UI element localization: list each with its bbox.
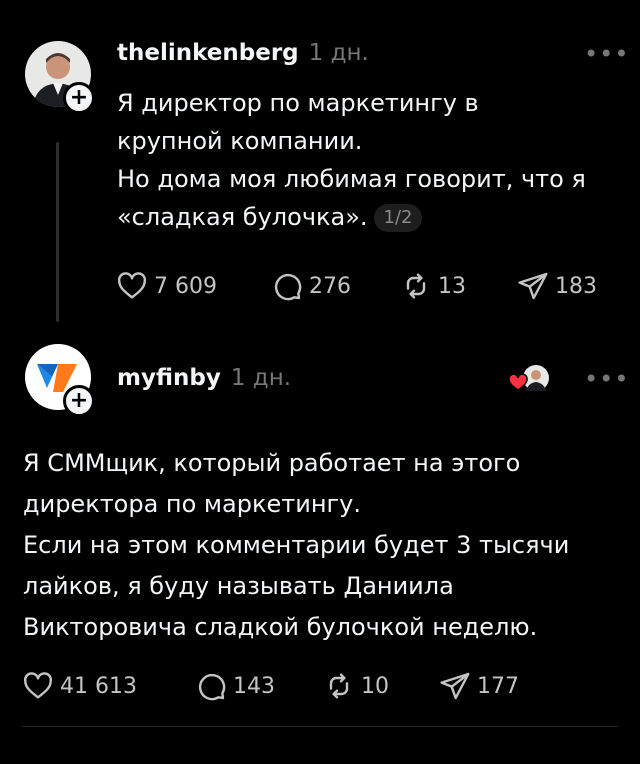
repost-count: 13 bbox=[438, 273, 466, 299]
divider bbox=[22, 726, 618, 727]
heart-filled-icon bbox=[508, 373, 528, 391]
post-line: крупной компании. bbox=[117, 127, 363, 155]
repost-button[interactable]: 10 bbox=[323, 670, 389, 702]
username[interactable]: thelinkenberg bbox=[117, 40, 299, 66]
page-badge: 1/2 bbox=[373, 204, 423, 232]
liked-by-author[interactable] bbox=[506, 364, 550, 396]
post-line: «сладкая булочка». 1/2 bbox=[117, 198, 617, 236]
comment-bubble-icon bbox=[271, 270, 303, 302]
reply-line: Викторовича сладкой булочкой неделю. bbox=[23, 613, 538, 641]
post-line: Но дома моя любимая говорит, что я bbox=[117, 165, 586, 193]
repost-button[interactable]: 13 bbox=[400, 270, 466, 302]
like-count: 41 613 bbox=[60, 673, 137, 699]
post-text: Я директор по маркетингу в крупной компа… bbox=[117, 84, 617, 236]
comment-button[interactable]: 276 bbox=[271, 270, 351, 302]
comment-count: 276 bbox=[309, 273, 351, 299]
reply-line: Я СММщик, который работает на этого bbox=[23, 449, 521, 477]
like-button[interactable]: 7 609 bbox=[116, 270, 217, 302]
send-icon bbox=[439, 670, 471, 702]
post-line-text: «сладкая булочка». bbox=[117, 203, 368, 231]
username[interactable]: myfinby bbox=[117, 365, 221, 391]
timestamp: 1 дн. bbox=[308, 40, 369, 66]
comment-count: 143 bbox=[233, 673, 275, 699]
reply-line: Если на этом комментарии будет 3 тысячи bbox=[23, 531, 570, 559]
share-count: 177 bbox=[477, 673, 519, 699]
reply-header: myfinby 1 дн. bbox=[117, 365, 291, 391]
thread-line bbox=[56, 142, 59, 322]
post-header: thelinkenberg 1 дн. bbox=[117, 40, 369, 66]
post-line: Я директор по маркетингу в bbox=[117, 89, 479, 117]
comment-button[interactable]: 143 bbox=[195, 670, 275, 702]
follow-button[interactable]: + bbox=[63, 82, 95, 114]
share-button[interactable]: 177 bbox=[439, 670, 519, 702]
reply-text: Я СММщик, который работает на этого дире… bbox=[23, 443, 623, 648]
reply-line: директора по маркетингу. bbox=[23, 490, 361, 518]
heart-icon bbox=[22, 670, 54, 702]
more-icon[interactable]: ••• bbox=[584, 40, 629, 68]
follow-button[interactable]: + bbox=[63, 385, 95, 417]
repost-count: 10 bbox=[361, 673, 389, 699]
more-icon[interactable]: ••• bbox=[584, 365, 629, 393]
comment-bubble-icon bbox=[195, 670, 227, 702]
post-thelinkenberg: + thelinkenberg 1 дн. ••• Я директор по … bbox=[0, 0, 640, 340]
timestamp: 1 дн. bbox=[230, 365, 292, 391]
reply-line: лайков, я буду называть Даниила bbox=[23, 572, 454, 600]
share-count: 183 bbox=[555, 273, 597, 299]
share-button[interactable]: 183 bbox=[517, 270, 597, 302]
repost-icon bbox=[323, 670, 355, 702]
like-count: 7 609 bbox=[154, 273, 217, 299]
send-icon bbox=[517, 270, 549, 302]
post-myfinby: + myfinby 1 дн. ••• Я СММщик, который ра… bbox=[0, 340, 640, 764]
heart-icon bbox=[116, 270, 148, 302]
like-button[interactable]: 41 613 bbox=[22, 670, 137, 702]
repost-icon bbox=[400, 270, 432, 302]
